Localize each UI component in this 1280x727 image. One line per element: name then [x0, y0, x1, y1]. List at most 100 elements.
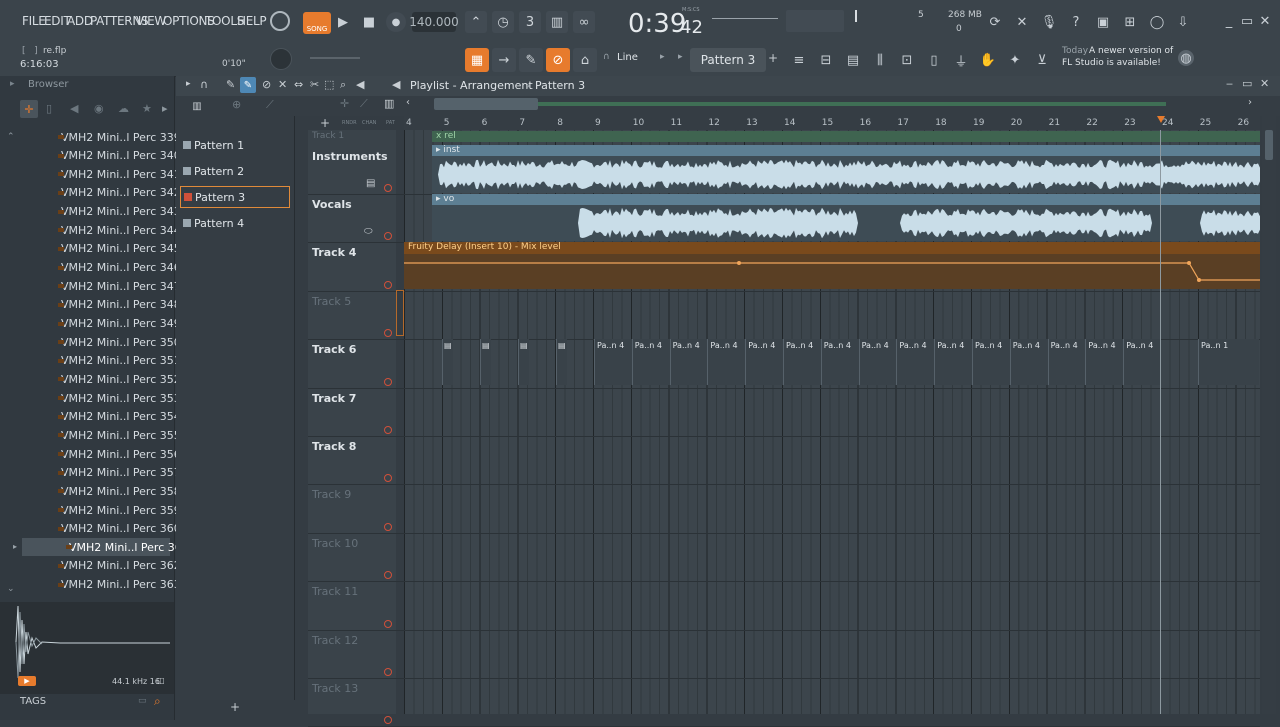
mute-tool-icon[interactable]: ✕	[278, 78, 287, 91]
track-mute-icon[interactable]	[384, 571, 392, 580]
pattern-clip[interactable]: Pa..n 4	[669, 339, 708, 385]
pattern-clip[interactable]: Pa..n 4	[783, 339, 821, 385]
browser-item[interactable]: VMH2 Mini..l Perc 354	[56, 408, 181, 426]
track-mute-icon[interactable]	[384, 329, 392, 338]
browser-more-icon[interactable]: ▸	[162, 102, 168, 115]
browser-item[interactable]: VMH2 Mini..l Perc 360	[56, 520, 181, 538]
browser-item[interactable]: VMH2 Mini..l Perc 356	[56, 445, 181, 463]
track-name[interactable]: Track 8	[312, 440, 356, 453]
zoom-tool-icon[interactable]: ⌕	[340, 78, 346, 92]
pattern-clip[interactable]: ▤	[480, 339, 491, 385]
download-icon[interactable]: ⇩	[1173, 11, 1193, 33]
magnet-snap-icon[interactable]: ∩	[200, 78, 208, 91]
pattern-clip[interactable]: Pa..n 4	[1123, 339, 1162, 385]
pattern-clip[interactable]: Pa..n 4	[1085, 339, 1124, 385]
stop-button[interactable]: ■	[360, 12, 378, 32]
menu-view[interactable]: VIEW	[136, 14, 166, 28]
waveform-preview[interactable]: ▶ 44.1 kHz 16 ◫	[0, 602, 174, 694]
plugin-icon[interactable]: ⊞	[1120, 11, 1140, 33]
plug-icon[interactable]: ⏚	[950, 49, 972, 71]
master-volume-knob[interactable]	[270, 11, 290, 31]
clip-automation[interactable]: Fruity Delay (Insert 10) - Mix level	[404, 242, 1260, 289]
main-pitch-knob[interactable]	[270, 48, 292, 70]
minimize-icon[interactable]: _	[1222, 14, 1236, 29]
browser-item[interactable]: VMH2 Mini..l Perc 340	[56, 147, 181, 165]
slip-tool-icon[interactable]: ⇔	[294, 78, 303, 91]
tags-search-icon[interactable]: ⌕	[154, 694, 161, 709]
news-line-2[interactable]: FL Studio is available!	[1062, 58, 1161, 68]
clip-inst[interactable]: ▸ inst	[432, 145, 1260, 193]
track-mute-icon[interactable]	[384, 426, 392, 434]
pattern-clip[interactable]: Pa..n 4	[1047, 339, 1086, 385]
playlist-restore-icon[interactable]: ▭	[1242, 77, 1252, 90]
track-name[interactable]: Track 4	[312, 246, 356, 259]
pattern-clip[interactable]: Pa..n 4	[896, 339, 935, 385]
arrow-icon[interactable]: →	[492, 48, 516, 72]
playback-tool-icon[interactable]: ◀	[356, 78, 364, 91]
pattern-selector[interactable]: Pattern 3	[690, 48, 766, 72]
playlist-icon[interactable]: ≡	[788, 49, 810, 71]
help-icon[interactable]: ?	[1066, 11, 1086, 33]
browser-file-icon[interactable]: ▯	[46, 102, 52, 115]
pattern-clip[interactable]: Pa..n 4	[745, 339, 784, 385]
brush-icon[interactable]: ✦	[1004, 49, 1026, 71]
browser-item[interactable]: VMH2 Mini..l Perc 339	[56, 128, 181, 146]
tempo-display[interactable]: 140.000	[409, 12, 459, 32]
tags-folder-icon[interactable]: ▭	[138, 696, 147, 706]
pattern-clip[interactable]: Pa..n 4	[631, 339, 670, 385]
track-mute-icon[interactable]	[384, 474, 392, 483]
piano-roll-icon[interactable]: ▦	[465, 48, 489, 72]
vocal-icon[interactable]: ⬭	[364, 226, 373, 237]
browser-item[interactable]: VMH2 Mini..l Perc 359	[56, 501, 181, 519]
browser-item[interactable]: VMH2 Mini..l Perc 345	[56, 240, 181, 258]
browser-item[interactable]: VMH2 Mini..l Perc 348	[56, 296, 181, 314]
vertical-scrollbar-thumb[interactable]	[1265, 130, 1273, 160]
pattern-clip[interactable]: Pa..n 1	[1198, 339, 1259, 385]
refresh-icon[interactable]: ⟳	[985, 11, 1005, 33]
browser-item[interactable]: VMH2 Mini..l Perc 363	[56, 576, 181, 594]
horizontal-scrollbar-thumb[interactable]	[434, 98, 538, 110]
track-mute-icon[interactable]	[384, 716, 392, 725]
browser-cloud-icon[interactable]: ☁	[118, 102, 129, 115]
clip-rel[interactable]: x rel	[432, 131, 1260, 142]
browser-item[interactable]: VMH2 Mini..l Perc 349	[56, 315, 181, 333]
channel-icon[interactable]: ⊡	[896, 49, 918, 71]
browser-arrow-icon[interactable]: ▸	[10, 79, 15, 89]
mixer-icon[interactable]: ▤	[842, 49, 864, 71]
pattern-clip[interactable]: ▤	[442, 339, 453, 385]
news-line-1[interactable]: A newer version of	[1089, 46, 1173, 56]
pattern-picker-icon[interactable]: ▥	[186, 98, 208, 114]
time-display[interactable]: 0:39 42 M:S:CS	[612, 5, 706, 39]
play-button[interactable]: ▶	[334, 12, 352, 32]
playlist-minimize-icon[interactable]: ‒	[1226, 77, 1233, 90]
hand-icon[interactable]: ✋	[977, 49, 999, 71]
track-name[interactable]: Track 7	[312, 392, 356, 405]
track-mute-icon[interactable]	[384, 668, 392, 676]
stamp-icon[interactable]: ⌂	[573, 48, 597, 72]
channel-rack-icon[interactable]: ⊟	[815, 49, 837, 71]
browser-filter-icon[interactable]: ✛	[20, 100, 38, 118]
add-pattern-plus-icon[interactable]: +	[230, 700, 240, 714]
browser-item[interactable]: VMH2 Mini..l Perc 346	[56, 259, 181, 277]
browser-item[interactable]: VMH2 Mini..l Perc 358	[56, 482, 181, 500]
cart-icon[interactable]: ⊻	[1031, 49, 1053, 71]
file-icon[interactable]: ▯	[923, 49, 945, 71]
record-button[interactable]: ●	[386, 12, 406, 32]
tags-label[interactable]: TAGS	[20, 696, 46, 707]
track-name[interactable]: Track 13	[312, 682, 358, 695]
pattern-clip[interactable]: Pa..n 4	[972, 339, 1010, 385]
select-tool-icon[interactable]: ⬚	[324, 78, 334, 91]
track-name[interactable]: Track 1	[312, 131, 344, 141]
instrument-icon[interactable]: ▤	[366, 178, 375, 189]
browser-item[interactable]: VMH2 Mini..l Perc 347	[56, 277, 181, 295]
timeline-ruler[interactable]: 4 5 6 7 8 9 10 11 12 13 14 15 16 17 18 19 20 21 22 23 24 25 26	[404, 116, 1260, 130]
pattern-clip[interactable]: ▤	[518, 339, 529, 385]
paint-tool-icon[interactable]: ✎	[240, 77, 256, 93]
metronome-icon[interactable]: ⌃	[465, 11, 487, 33]
playlist-close-icon[interactable]: ✕	[1260, 77, 1269, 90]
arrange-move-icon[interactable]: ✛	[340, 97, 349, 110]
pattern-clip[interactable]: ▤	[556, 339, 567, 385]
pattern-clip[interactable]: Pa..n 4	[707, 339, 746, 385]
track-name[interactable]: Track 5	[312, 295, 351, 308]
tools-icon[interactable]: ✕	[1012, 11, 1032, 33]
